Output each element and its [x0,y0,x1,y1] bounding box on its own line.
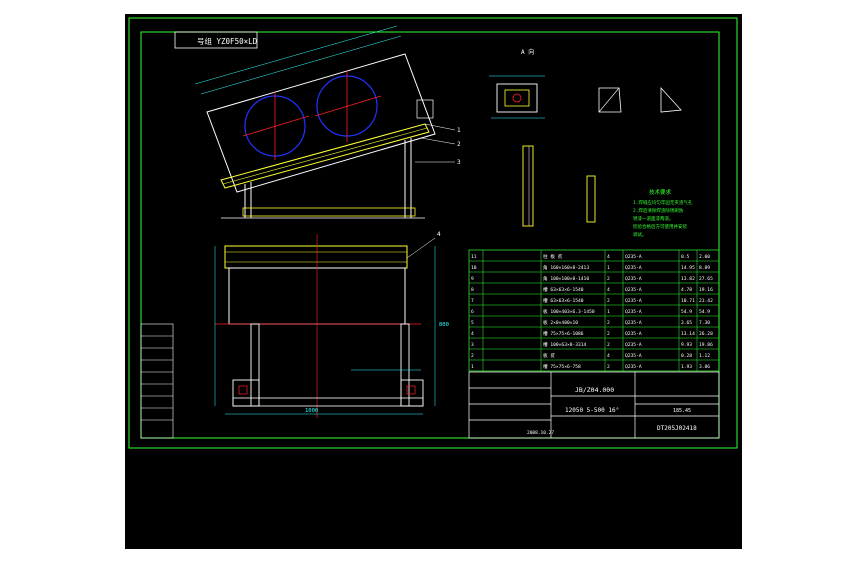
bom-cell-w1: 0.28 [681,353,692,359]
tech-req-line-5: 调试。 [633,231,647,238]
bom-cell-no: 9 [471,276,474,282]
bom-cell-name: 柱 板 贫 [543,253,563,260]
bom-cell-w2: 21.42 [699,298,713,304]
bom-cell-mat: Q235-A [625,287,642,293]
bom-cell-w2: 2.00 [699,254,710,260]
bom-cell-mat: Q235-A [625,342,642,348]
bom-cell-no: 2 [471,353,474,359]
front-view: 1000 800 4 [214,231,449,418]
bom-cell-w2: 8.89 [699,265,710,271]
bom-cell-w2: 19.86 [699,342,713,348]
label-box-text: 号组 YZ0F50×LD [197,36,258,46]
bom-cell-mat: Q235-A [625,320,642,326]
tech-req-title: 技术要求 [649,188,672,196]
title-date: 2008.10.27 [527,430,554,436]
bom-cell-mat: Q235-A [625,265,642,271]
bom-cell-mat: Q235-A [625,364,642,370]
bom-cell-no: 10 [471,265,477,271]
bom-cell-name: 槽 63×63×6-1540 [543,286,584,293]
bom-cell-qty: 1 [607,309,610,315]
bom-cell-w1: 13.82 [681,276,695,282]
bom-table: 11 柱 板 贫 4 Q235-A 0.5 2.0010 角 160×160×8-2413 1… [468,249,720,372]
revision-strip [140,323,174,439]
bom-cell-no: 6 [471,309,474,315]
tech-req-line-2: 2.焊后清除焊渣除锈刷防 [633,207,684,214]
dim-height: 800 [439,322,449,328]
bom-cell-mat: Q235-A [625,353,642,359]
bom-cell-w2: 27.65 [699,276,713,282]
bom-cell-w2: 7.30 [699,320,710,326]
bom-cell-mat: Q235-A [625,309,642,315]
bom-cell-mat: Q235-A [625,298,642,304]
bom-cell-w1: 4.78 [681,287,692,293]
bom-cell-w1: 1.93 [681,364,692,370]
bom-cell-mat: Q235-A [625,331,642,337]
bom-cell-name: 槽 75×75×6-758 [543,363,581,370]
bom-cell-w2: 3.86 [699,364,710,370]
bom-cell-name: 板 2×0×400×10 [543,319,578,326]
cad-drawing: 号组 YZ0F50×LD 1 2 3 1000 800 4 A 向 技术要求 1… [128,17,738,449]
bom-cell-qty: 4 [607,353,610,359]
bom-cell-w1: 14.95 [681,265,695,271]
side-view: 1 2 3 [194,25,461,219]
bom-cell-w1: 9.93 [681,342,692,348]
bom-cell-no: 5 [471,320,474,326]
bom-cell-w1: 54.9 [681,309,692,315]
detail-views: A 向 [489,48,682,227]
drawing-canvas: 号组 YZ0F50×LD 1 2 3 1000 800 4 A 向 技术要求 1… [125,14,742,549]
dim-base: 1000 [305,408,318,414]
bom-cell-qty: 2 [607,320,610,326]
bom-cell-name: 槽 100×63×8-3314 [543,341,587,348]
bom-cell-no: 3 [471,342,474,348]
bom-cell-no: 7 [471,298,474,304]
bom-cell-w1: 13.14 [681,331,695,337]
bom-cell-w2: 1.12 [699,353,710,359]
tech-req-line-1: 1.焊缝应均匀牢固无夹渣气孔 [633,199,693,206]
bom-cell-w1: 3.65 [681,320,692,326]
title-weight: 185.45 [673,408,691,414]
bom-cell-mat: Q235-A [625,254,642,260]
title-product: JB/Z04.000 [575,386,614,394]
tech-req-line-3: 锈漆一道面漆两道。 [633,215,674,222]
tech-req-line-4: 检验合格后方可使用并安装 [633,223,687,230]
bom-cell-no: 1 [471,364,474,370]
bom-cell-qty: 4 [607,254,610,260]
bom-cell-qty: 2 [607,276,610,282]
bom-cell-no: 11 [471,254,477,260]
bom-cell-qty: 4 [607,287,610,293]
bom-cell-qty: 2 [607,298,610,304]
view-label: A 向 [521,48,534,56]
bom-cell-name: 板 贫 [543,352,555,359]
bom-cell-w2: 54.9 [699,309,710,315]
tech-requirements: 技术要求 1.焊缝应均匀牢固无夹渣气孔 2.焊后清除焊渣除锈刷防 锈漆一道面漆两… [633,188,693,238]
part-ref-2: 2 [457,141,461,148]
part-ref-3: 3 [457,159,461,166]
title-drawing-no: DT205J02418 [657,425,697,432]
bom-cell-qty: 2 [607,364,610,370]
bom-cell-qty: 2 [607,331,610,337]
bom-cell-qty: 1 [607,265,610,271]
bom-cell-w1: 10.71 [681,298,695,304]
bom-cell-name: 角 100×100×8-1410 [543,275,589,282]
title-name: 12050 5-500 16° [565,407,619,414]
bom-cell-w2: 19.16 [699,287,713,293]
bom-cell-no: 4 [471,331,474,337]
bom-cell-name: 槽 75×75×6-1086 [543,330,584,337]
bom-cell-w2: 26.28 [699,331,713,337]
part-ref-1: 1 [457,127,461,134]
bom-cell-mat: Q235-A [625,276,642,282]
bom-cell-name: 板 100×403×6.3-1450 [543,308,595,315]
bom-cell-name: 角 160×160×8-2413 [543,264,589,271]
bom-cell-w1: 0.5 [681,254,690,260]
bom-cell-name: 槽 63×63×6-1540 [543,297,584,304]
bom-cell-qty: 2 [607,342,610,348]
part-ref-4: 4 [437,231,441,238]
bom-cell-no: 8 [471,287,474,293]
